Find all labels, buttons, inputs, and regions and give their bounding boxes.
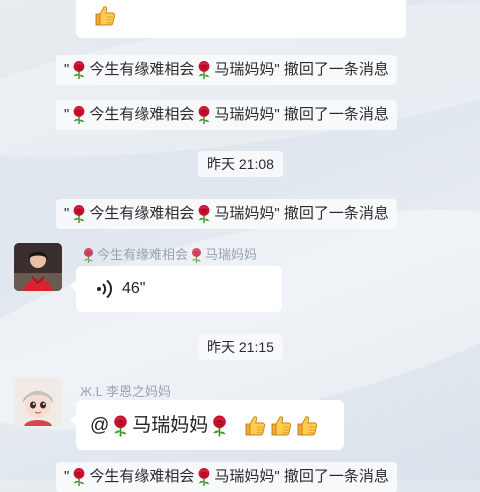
recall-name-b: 马瑞妈妈 bbox=[214, 106, 275, 123]
recall-suffix: " 撤回了一条消息 bbox=[274, 205, 389, 222]
avatar[interactable] bbox=[14, 243, 62, 291]
voice-wave-icon bbox=[97, 279, 113, 299]
sender-name: 今生有缘难相会 马瑞妈妈 bbox=[80, 244, 257, 264]
rose-icon bbox=[189, 247, 204, 264]
timestamp: 昨天 21:15 bbox=[198, 334, 283, 360]
mention-content: @ 马瑞妈妈 bbox=[90, 410, 320, 438]
recall-suffix: " 撤回了一条消息 bbox=[274, 468, 389, 485]
quote-open: " bbox=[64, 468, 70, 485]
quote-open: " bbox=[64, 106, 70, 123]
recall-notice: " 今生有缘难相会 马瑞妈妈" 撤回了一条消息 bbox=[56, 100, 397, 130]
avatar-photo-icon bbox=[14, 243, 62, 291]
sender-name-b: 马瑞妈妈 bbox=[205, 247, 258, 262]
sender-name-a: 今生有缘难相会 bbox=[97, 247, 189, 262]
thumbs-up-icon bbox=[269, 414, 293, 438]
recall-notice: " 今生有缘难相会 马瑞妈妈" 撤回了一条消息 bbox=[56, 462, 397, 492]
recall-name-a: 今生有缘难相会 bbox=[89, 205, 195, 222]
recall-name-a: 今生有缘难相会 bbox=[89, 106, 195, 123]
recall-name-a: 今生有缘难相会 bbox=[89, 468, 195, 485]
rose-icon bbox=[70, 467, 88, 487]
voice-duration: 46" bbox=[122, 280, 146, 297]
rose-icon bbox=[70, 204, 88, 224]
rose-icon bbox=[70, 105, 88, 125]
message-bubble-top-partial[interactable] bbox=[76, 0, 406, 38]
recall-name-b: 马瑞妈妈 bbox=[214, 61, 275, 78]
quote-open: " bbox=[64, 61, 70, 78]
rose-icon bbox=[70, 60, 88, 80]
rose-icon bbox=[195, 467, 213, 487]
rose-icon bbox=[195, 60, 213, 80]
voice-message-bubble[interactable]: 46" bbox=[70, 266, 282, 312]
thumbs-up-icon bbox=[243, 414, 267, 438]
avatar-cartoon-icon bbox=[14, 378, 62, 426]
recall-notice: " 今生有缘难相会 马瑞妈妈" 撤回了一条消息 bbox=[56, 199, 397, 229]
rose-icon bbox=[195, 204, 213, 224]
recall-notice: " 今生有缘难相会 马瑞妈妈" 撤回了一条消息 bbox=[56, 55, 397, 85]
sender-name: Ж.L 李恩之妈妈 bbox=[80, 384, 171, 399]
recall-suffix: " 撤回了一条消息 bbox=[274, 106, 389, 123]
mention-message-bubble[interactable]: @ 马瑞妈妈 bbox=[70, 400, 344, 450]
avatar[interactable] bbox=[14, 378, 62, 426]
bubble-tail bbox=[70, 280, 77, 292]
recall-name-b: 马瑞妈妈 bbox=[214, 468, 275, 485]
thumbs-up-icon bbox=[93, 4, 117, 28]
recall-name-a: 今生有缘难相会 bbox=[89, 61, 195, 78]
quote-open: " bbox=[64, 205, 70, 222]
thumbs-up-icon bbox=[295, 414, 319, 438]
rose-icon bbox=[110, 414, 131, 438]
mention-name: 马瑞妈妈 bbox=[132, 415, 209, 436]
rose-icon bbox=[209, 414, 230, 438]
bubble-tail bbox=[70, 414, 77, 426]
rose-icon bbox=[195, 105, 213, 125]
rose-icon bbox=[81, 247, 96, 264]
timestamp: 昨天 21:08 bbox=[198, 151, 283, 177]
at-sign: @ bbox=[90, 415, 110, 436]
recall-suffix: " 撤回了一条消息 bbox=[274, 61, 389, 78]
recall-name-b: 马瑞妈妈 bbox=[214, 205, 275, 222]
